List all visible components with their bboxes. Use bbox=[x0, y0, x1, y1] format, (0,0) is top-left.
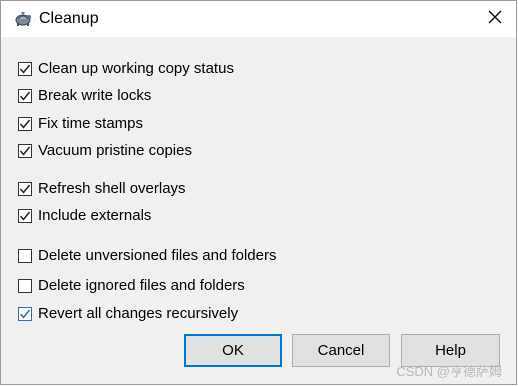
checkbox-clean-up-working-copy-status[interactable]: Clean up working copy status bbox=[18, 59, 234, 79]
checkbox-box[interactable] bbox=[18, 279, 32, 293]
ok-button[interactable]: OK bbox=[184, 334, 282, 367]
checkbox-label: Delete ignored files and folders bbox=[38, 277, 245, 294]
checkbox-label: Revert all changes recursively bbox=[38, 305, 239, 322]
checkbox-label: Vacuum pristine copies bbox=[38, 142, 192, 159]
checkbox-label: Delete unversioned files and folders bbox=[38, 247, 277, 264]
checkbox-include-externals[interactable]: Include externals bbox=[18, 206, 151, 226]
checkbox-box[interactable] bbox=[18, 117, 32, 131]
watermark-text: CSDN @亨德萨姆 bbox=[396, 364, 502, 379]
checkbox-label: Refresh shell overlays bbox=[38, 180, 186, 197]
checkbox-box[interactable] bbox=[18, 307, 32, 321]
checkbox-fix-time-stamps[interactable]: Fix time stamps bbox=[18, 114, 143, 134]
checkbox-box[interactable] bbox=[18, 209, 32, 223]
close-icon bbox=[488, 10, 502, 29]
checkbox-label: Include externals bbox=[38, 207, 152, 224]
checkbox-box[interactable] bbox=[18, 249, 32, 263]
checkbox-delete-ignored[interactable]: Delete ignored files and folders bbox=[18, 276, 245, 296]
title-bar[interactable]: Cleanup bbox=[1, 1, 516, 37]
tortoisesvn-app-icon bbox=[13, 9, 33, 29]
checkbox-label: Clean up working copy status bbox=[38, 60, 234, 77]
checkbox-box[interactable] bbox=[18, 182, 32, 196]
cancel-button[interactable]: Cancel bbox=[292, 334, 390, 367]
checkbox-revert-all-changes[interactable]: Revert all changes recursively bbox=[18, 304, 238, 324]
checkbox-label: Fix time stamps bbox=[38, 115, 144, 132]
checkbox-label: Break write locks bbox=[38, 87, 152, 104]
checkbox-box[interactable] bbox=[18, 62, 32, 76]
checkbox-vacuum-pristine-copies[interactable]: Vacuum pristine copies bbox=[18, 141, 192, 161]
cleanup-dialog: Cleanup Clean up working copy status Bre… bbox=[0, 0, 517, 385]
checkbox-refresh-shell-overlays[interactable]: Refresh shell overlays bbox=[18, 179, 186, 199]
checkbox-break-write-locks[interactable]: Break write locks bbox=[18, 86, 151, 106]
checkbox-box[interactable] bbox=[18, 144, 32, 158]
checkbox-box[interactable] bbox=[18, 89, 32, 103]
dialog-title: Cleanup bbox=[39, 10, 99, 27]
checkbox-delete-unversioned[interactable]: Delete unversioned files and folders bbox=[18, 246, 276, 266]
close-button[interactable] bbox=[480, 5, 510, 33]
